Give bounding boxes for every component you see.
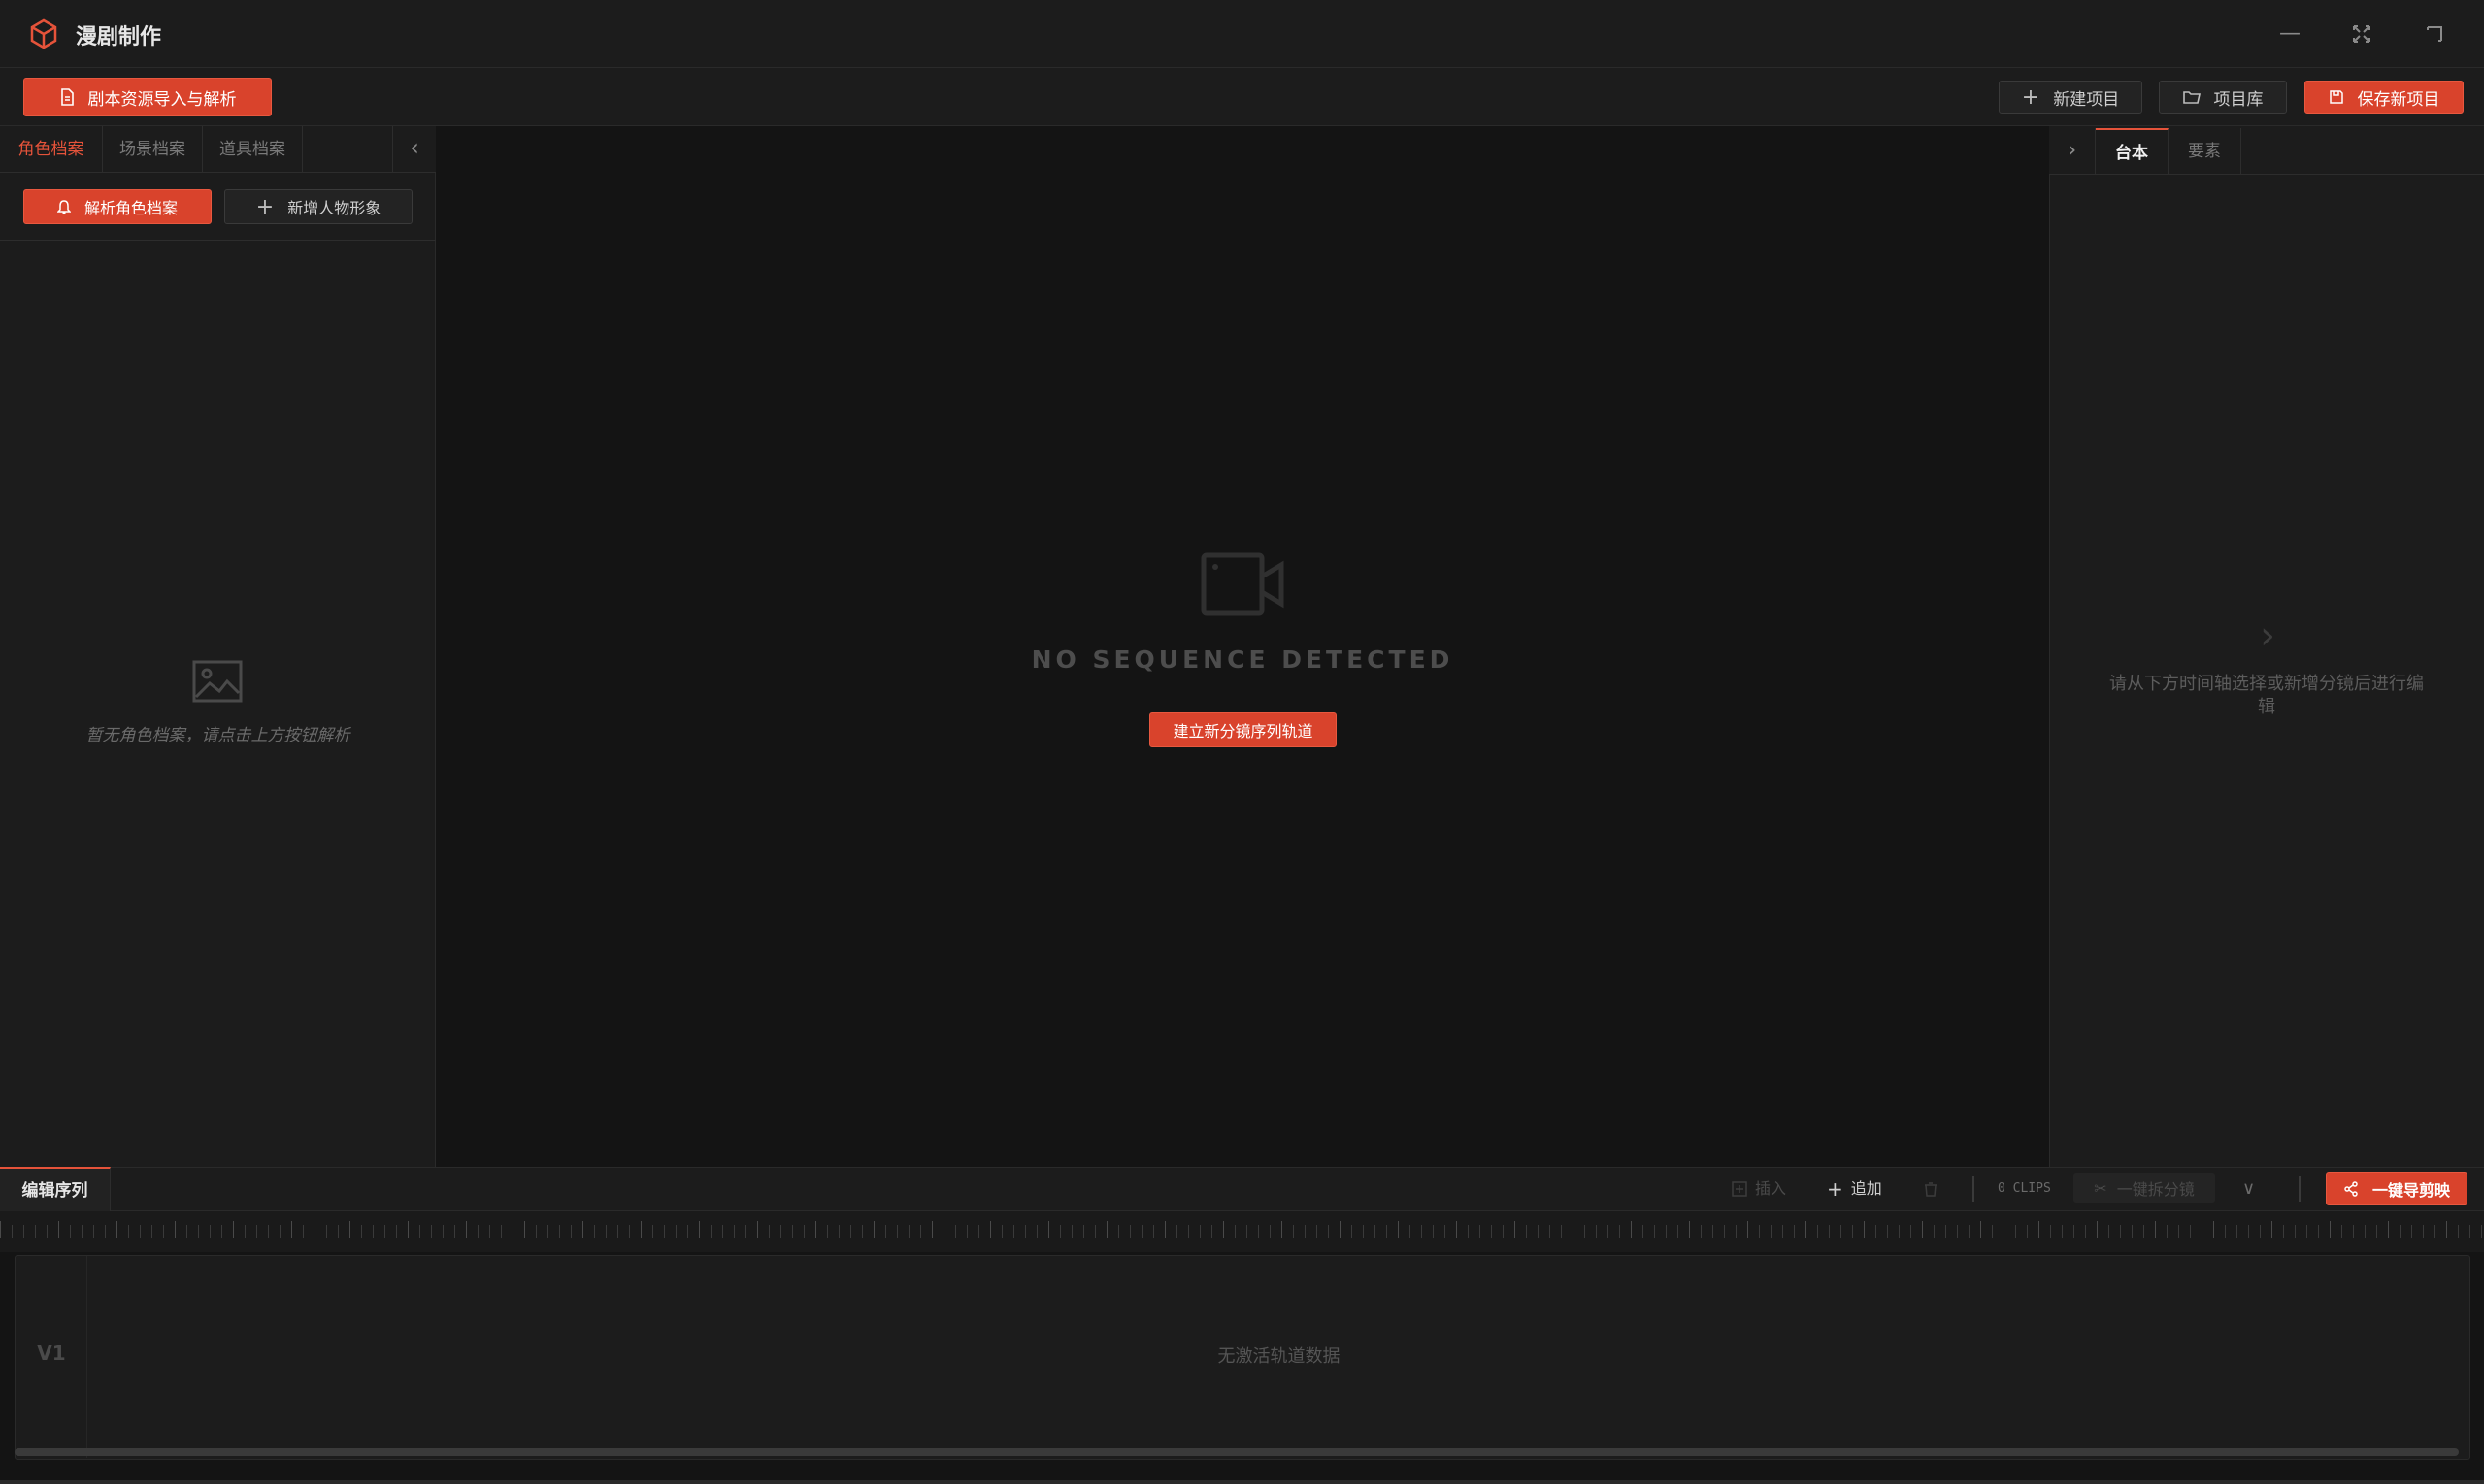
- divider: [0, 240, 436, 241]
- insert-button[interactable]: 插入: [1732, 1176, 1786, 1202]
- minimize-icon[interactable]: —: [2273, 17, 2306, 50]
- app-title: 漫剧制作: [76, 25, 162, 49]
- parse-character-label: 解析角色档案: [83, 199, 178, 217]
- fullscreen-icon[interactable]: [2345, 17, 2378, 50]
- save-icon: [2329, 90, 2343, 104]
- title-bar: [0, 0, 2484, 68]
- folder-icon: [2182, 91, 2201, 104]
- plus-icon: +: [255, 194, 275, 219]
- chevron-right-icon: ›: [2260, 613, 2275, 658]
- no-sequence-text: NO SEQUENCE DETECTED: [1031, 645, 1454, 674]
- empty-archive-text: 暂无角色档案，请点击上方按钮解析: [85, 726, 350, 745]
- import-script-button[interactable]: 剧本资源导入与解析: [23, 78, 272, 116]
- document-icon: [60, 88, 74, 106]
- track-label-v1: V1: [37, 1341, 66, 1365]
- divider: [2299, 1176, 2301, 1202]
- tab-prop-archive[interactable]: 道具档案: [203, 126, 303, 173]
- save-project-button[interactable]: 保存新项目: [2304, 81, 2464, 114]
- delete-icon[interactable]: [1924, 1176, 1938, 1202]
- plus-icon: +: [1827, 1177, 1843, 1201]
- plus-icon: +: [2021, 84, 2040, 110]
- split-shots-button[interactable]: ✂ 一键拆分镜: [2073, 1173, 2215, 1203]
- project-library-button[interactable]: 项目库: [2159, 81, 2287, 114]
- append-button[interactable]: + 追加: [1827, 1176, 1882, 1202]
- scissors-icon: ✂: [2094, 1178, 2107, 1198]
- export-jianying-label: 一键导剪映: [2371, 1181, 2450, 1200]
- save-project-label: 保存新项目: [2357, 89, 2440, 110]
- export-jianying-button[interactable]: 一键导剪映: [2326, 1172, 2467, 1205]
- append-label: 追加: [1850, 1179, 1882, 1198]
- clips-count: 0 CLIPS: [1998, 1181, 2051, 1196]
- add-character-button[interactable]: + 新增人物形象: [224, 189, 413, 224]
- parse-character-button[interactable]: 解析角色档案: [23, 189, 212, 224]
- tab-edit-sequence[interactable]: 编辑序列: [0, 1167, 111, 1211]
- new-project-button[interactable]: + 新建项目: [1999, 81, 2142, 114]
- collapse-left-icon[interactable]: ‹: [392, 126, 436, 173]
- status-strip: [0, 1480, 2484, 1484]
- tab-character-archive[interactable]: 角色档案: [0, 126, 103, 173]
- script-hint-text: 请从下方时间轴选择或新增分镜后进行编辑: [2109, 674, 2424, 717]
- ruler-major-ticks: [0, 1221, 2484, 1238]
- import-script-label: 剧本资源导入与解析: [87, 89, 237, 110]
- bell-icon: [56, 200, 71, 214]
- tab-scene-archive[interactable]: 场景档案: [103, 126, 203, 173]
- cube-logo-icon: [30, 18, 57, 49]
- add-character-label: 新增人物形象: [287, 199, 381, 217]
- restore-icon[interactable]: [2418, 17, 2451, 50]
- collapse-right-icon[interactable]: ›: [2049, 128, 2096, 175]
- new-project-label: 新建项目: [2053, 89, 2120, 110]
- tab-script[interactable]: 台本: [2096, 128, 2169, 175]
- archive-panel: [0, 126, 436, 1167]
- split-shots-label: 一键拆分镜: [2116, 1180, 2195, 1199]
- video-camera-icon: [1201, 552, 1284, 616]
- chevron-down-icon[interactable]: ∨: [2242, 1176, 2255, 1202]
- share-icon: [2344, 1181, 2358, 1197]
- image-placeholder-icon: [192, 660, 243, 703]
- tab-elements[interactable]: 要素: [2169, 128, 2241, 175]
- divider: [1972, 1176, 1974, 1202]
- create-sequence-button[interactable]: 建立新分镜序列轨道: [1149, 712, 1337, 747]
- track-empty-text: 无激活轨道数据: [1217, 1346, 1341, 1367]
- timeline-scrollbar[interactable]: [15, 1448, 2459, 1456]
- insert-label: 插入: [1755, 1179, 1787, 1198]
- project-library-label: 项目库: [2213, 89, 2264, 110]
- insert-icon: [1732, 1181, 1747, 1197]
